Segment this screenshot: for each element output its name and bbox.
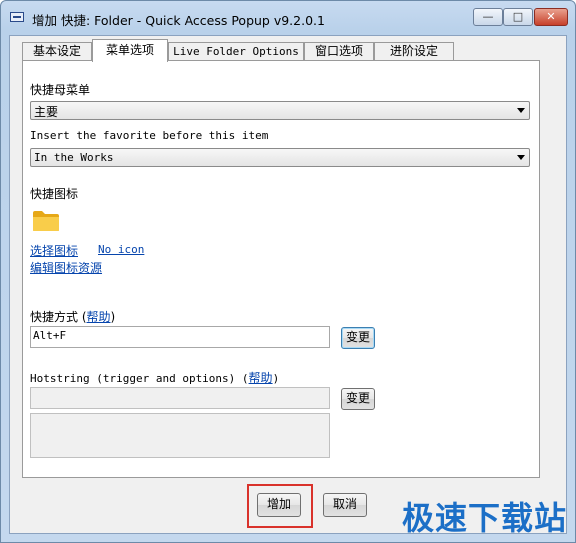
cancel-button[interactable]: 取消 — [323, 493, 367, 517]
dialog-window: 增加 快捷: Folder - Quick Access Popup v9.2.… — [0, 0, 576, 543]
maximize-button[interactable]: □ — [503, 8, 533, 26]
shortcut-label-end: ) — [110, 310, 116, 324]
minimize-button[interactable]: — — [473, 8, 503, 26]
tab-menu-options[interactable]: 菜单选项 — [92, 39, 168, 62]
add-button[interactable]: 增加 — [257, 493, 301, 517]
hotstring-help-link[interactable]: 帮助 — [249, 371, 273, 385]
watermark-text: 极速下载站 — [402, 499, 568, 537]
close-button[interactable]: ✕ — [534, 8, 568, 26]
change-hotstring-button[interactable]: 变更 — [341, 388, 375, 410]
tab-advanced-settings[interactable]: 进阶设定 — [374, 42, 454, 61]
select-icon-link[interactable]: 选择图标 — [30, 242, 78, 259]
parent-menu-dropdown[interactable]: 主要 — [30, 101, 530, 120]
menu-options-panel: 快捷母菜单 主要 Insert the favorite before this… — [22, 60, 540, 478]
hotstring-label-text: Hotstring (trigger and options) ( — [30, 372, 249, 385]
shortcut-value: Alt+F — [33, 329, 67, 342]
parent-menu-value: 主要 — [34, 105, 59, 119]
app-icon — [10, 12, 24, 22]
shortcut-label: 快捷方式 (帮助) — [30, 308, 115, 325]
edit-icon-resource-link[interactable]: 编辑图标资源 — [30, 259, 102, 276]
shortcut-field[interactable]: Alt+F — [30, 326, 330, 348]
window-title: 增加 快捷: Folder - Quick Access Popup v9.2.… — [32, 13, 325, 28]
insert-before-dropdown[interactable]: In the Works — [30, 148, 530, 167]
change-shortcut-button[interactable]: 变更 — [341, 327, 375, 349]
shortcut-help-link[interactable]: 帮助 — [87, 310, 111, 324]
insert-before-label: Insert the favorite before this item — [30, 129, 269, 142]
insert-before-value: In the Works — [34, 151, 114, 164]
chevron-down-icon — [517, 155, 525, 160]
hotstring-field[interactable] — [30, 387, 330, 409]
shortcut-label-text: 快捷方式 ( — [30, 310, 87, 324]
no-icon-link[interactable]: No icon — [98, 243, 144, 256]
dialog-client: 基本设定 菜单选项 Live Folder Options 窗口选项 进阶设定 … — [9, 35, 567, 534]
favorite-icon-label: 快捷图标 — [30, 187, 79, 201]
folder-icon[interactable] — [32, 210, 60, 232]
title-bar[interactable]: 增加 快捷: Folder - Quick Access Popup v9.2.… — [1, 1, 575, 35]
parent-menu-label: 快捷母菜单 — [30, 83, 91, 97]
hotstring-label-end: ) — [272, 372, 280, 385]
hotstring-label: Hotstring (trigger and options) (帮助) — [30, 369, 279, 386]
tab-live-folder-options[interactable]: Live Folder Options — [168, 42, 304, 61]
tab-window-options[interactable]: 窗口选项 — [304, 42, 374, 61]
tab-basic-settings[interactable]: 基本设定 — [22, 42, 92, 61]
hotstring-options-box[interactable] — [30, 413, 330, 458]
chevron-down-icon — [517, 108, 525, 113]
